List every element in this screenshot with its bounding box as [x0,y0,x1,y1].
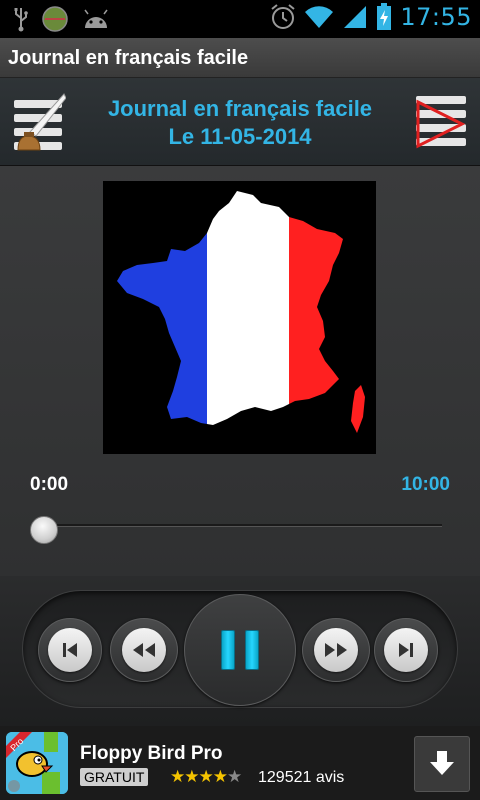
ad-rating-stars: ★★★★★ [170,767,242,787]
france-flag-map [117,191,365,433]
alarm-icon [271,4,295,29]
star-empty-icon: ★ [227,767,242,786]
ad-review-count: 129521 avis [258,769,345,786]
ad-price-label: GRATUIT [80,768,149,786]
episode-date: Le 11-05-2014 [168,124,312,149]
signal-icon [344,6,367,28]
transport-controls [0,576,480,726]
download-button[interactable] [414,736,470,792]
android-icon [84,9,108,28]
ad-title: Floppy Bird Pro [80,743,223,764]
seek-thumb[interactable] [30,516,58,544]
time-total: 10:00 [401,474,450,495]
skip-previous-icon [63,643,77,657]
wifi-icon [305,6,334,28]
rewind-icon [133,643,155,657]
time-elapsed: 0:00 [30,474,69,495]
star-icon: ★ [212,767,228,786]
skip-next-button[interactable] [374,618,438,682]
episode-header: Journal en français facile Le 11-05-2014 [0,78,480,166]
clock: 17:55 [400,3,472,31]
pause-icon [221,630,259,670]
artwork [103,181,376,454]
player-area: 0:00 10:00 [0,166,480,576]
floppy-bird-icon: Pro [6,732,68,794]
battery-charging-icon [377,3,392,30]
ad-banner[interactable]: Pro Floppy Bird Pro GRATUIT ★★★★★ 129521… [0,726,480,800]
app-title: Journal en français facile [8,47,249,69]
download-arrow-icon [430,751,454,775]
play-pause-button[interactable] [184,594,296,706]
seek-track [36,524,442,527]
status-bar: 17:55 [0,0,480,38]
star-icon: ★ [170,767,185,786]
star-icon: ★ [184,767,199,786]
star-icon: ★ [198,767,214,786]
ad-app-icon[interactable]: Pro [6,732,68,794]
playlist-play-icon [416,96,466,149]
rewind-button[interactable] [110,618,178,682]
skip-previous-button[interactable] [38,618,102,682]
fast-forward-icon [325,643,347,657]
episode-title: Journal en français facile [107,96,373,121]
playlist-button[interactable] [414,92,468,152]
fast-forward-button[interactable] [302,618,370,682]
circle-app-icon [42,6,68,32]
title-bar: Journal en français facile [0,38,480,78]
usb-icon [14,8,28,32]
skip-next-icon [399,643,413,657]
seek-bar[interactable] [30,516,442,546]
